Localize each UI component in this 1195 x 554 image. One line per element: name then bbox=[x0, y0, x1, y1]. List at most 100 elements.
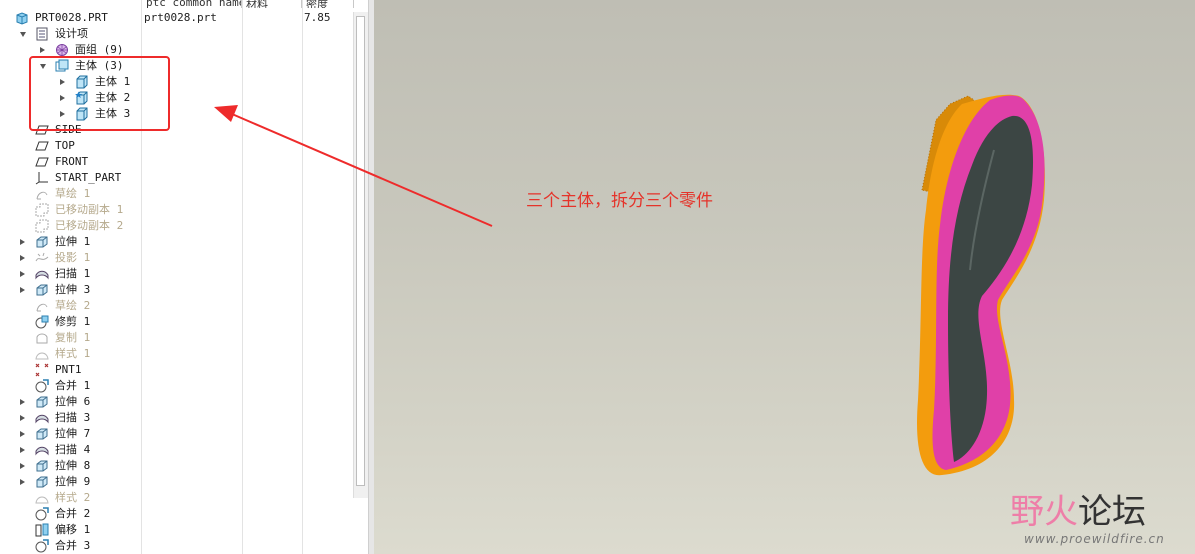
tree-item-label: 扫描 1 bbox=[55, 267, 91, 280]
merge-icon bbox=[35, 539, 49, 553]
sketch-icon bbox=[35, 299, 49, 313]
sweep-icon bbox=[35, 267, 49, 281]
tree-row[interactable]: 样式 2 bbox=[0, 490, 350, 506]
tree-row[interactable]: 拉伸 6 bbox=[0, 394, 350, 410]
watermark-logo: 野火论坛 bbox=[1010, 492, 1146, 532]
tree-item-label: 样式 1 bbox=[55, 347, 91, 360]
tree-row[interactable]: 合并 2 bbox=[0, 506, 350, 522]
root-part-label: PRT0028.PRT bbox=[35, 11, 108, 24]
trim-icon bbox=[35, 315, 49, 329]
expand-arrow-icon[interactable] bbox=[40, 47, 45, 53]
tree-row[interactable]: TOP bbox=[0, 138, 350, 154]
tree-item-label: 拉伸 3 bbox=[55, 283, 91, 296]
tree-row[interactable]: 拉伸 9 bbox=[0, 474, 350, 490]
expand-arrow-icon[interactable] bbox=[20, 447, 25, 453]
model-tree-panel: ptc_common_name 材料 密度 PRT0028.PRT prt002… bbox=[0, 0, 372, 554]
root-density-cell: 7.85 bbox=[304, 11, 331, 24]
graphics-viewport[interactable] bbox=[374, 0, 1195, 554]
sweep-icon bbox=[35, 443, 49, 457]
extrude-icon bbox=[35, 475, 49, 489]
style-icon bbox=[35, 347, 49, 361]
sketch-icon bbox=[35, 187, 49, 201]
tree-row[interactable]: START_PART bbox=[0, 170, 350, 186]
tree-item-label: TOP bbox=[55, 139, 75, 152]
tree-row[interactable]: 已移动副本 1 bbox=[0, 202, 350, 218]
tree-row[interactable]: 设计项 bbox=[0, 26, 350, 42]
copy-icon bbox=[35, 331, 49, 345]
tree-item-label: START_PART bbox=[55, 171, 122, 184]
datum-plane-icon bbox=[35, 155, 49, 169]
tree-row[interactable]: 合并 3 bbox=[0, 538, 350, 554]
expand-arrow-icon[interactable] bbox=[20, 463, 25, 469]
tree-item-label: 拉伸 8 bbox=[55, 459, 91, 472]
tree-row[interactable]: 合并 1 bbox=[0, 378, 350, 394]
merge-icon bbox=[35, 379, 49, 393]
extrude-icon bbox=[35, 235, 49, 249]
tree-row[interactable]: 扫描 3 bbox=[0, 410, 350, 426]
annotation-text: 三个主体，拆分三个零件 bbox=[526, 191, 713, 211]
expand-arrow-icon[interactable] bbox=[20, 271, 25, 277]
coordinate-system-icon bbox=[35, 171, 49, 185]
tree-row[interactable]: 投影 1 bbox=[0, 250, 350, 266]
expand-arrow-icon[interactable] bbox=[20, 479, 25, 485]
tree-item-label: PNT1 bbox=[55, 363, 82, 376]
column-header-density[interactable]: 密度 bbox=[302, 0, 354, 8]
tree-item-label: 草绘 2 bbox=[55, 299, 91, 312]
tree-item-label: 拉伸 1 bbox=[55, 235, 91, 248]
tree-row[interactable]: 草绘 2 bbox=[0, 298, 350, 314]
tree-row[interactable]: 草绘 1 bbox=[0, 186, 350, 202]
sweep-icon bbox=[35, 411, 49, 425]
tree-row[interactable]: 拉伸 1 bbox=[0, 234, 350, 250]
expand-arrow-icon[interactable] bbox=[20, 239, 25, 245]
extrude-icon bbox=[35, 395, 49, 409]
tree-row[interactable]: PNT1 bbox=[0, 362, 350, 378]
tree-row[interactable]: 拉伸 8 bbox=[0, 458, 350, 474]
tree-row[interactable]: 拉伸 7 bbox=[0, 426, 350, 442]
tree-row[interactable]: 扫描 1 bbox=[0, 266, 350, 282]
moved-copy-icon bbox=[35, 219, 49, 233]
tree-item-label: 投影 1 bbox=[55, 251, 91, 264]
tree-item-label: 扫描 3 bbox=[55, 411, 91, 424]
tree-item-label: 拉伸 7 bbox=[55, 427, 91, 440]
site-watermark: 野火论坛 www.proewildfire.cn bbox=[1010, 492, 1190, 552]
watermark-logo-part2: 论坛 bbox=[1078, 492, 1146, 532]
projection-icon bbox=[35, 251, 49, 265]
tree-row[interactable]: 修剪 1 bbox=[0, 314, 350, 330]
vertical-scrollbar[interactable] bbox=[353, 12, 368, 498]
tree-item-label: 草绘 1 bbox=[55, 187, 91, 200]
offset-icon bbox=[35, 523, 49, 537]
extrude-icon bbox=[35, 283, 49, 297]
moved-copy-icon bbox=[35, 203, 49, 217]
tree-row[interactable]: 已移动副本 2 bbox=[0, 218, 350, 234]
scrollbar-thumb[interactable] bbox=[356, 16, 365, 486]
expand-arrow-icon[interactable] bbox=[20, 287, 25, 293]
tree-row[interactable]: 偏移 1 bbox=[0, 522, 350, 538]
tree-item-label: 修剪 1 bbox=[55, 315, 91, 328]
part-icon bbox=[15, 11, 29, 25]
tree-item-label: 已移动副本 2 bbox=[55, 219, 124, 232]
expand-arrow-icon[interactable] bbox=[20, 255, 25, 261]
tree-item-label: 复制 1 bbox=[55, 331, 91, 344]
expand-arrow-icon[interactable] bbox=[20, 399, 25, 405]
column-header-common-name[interactable]: ptc_common_name bbox=[142, 0, 242, 8]
datum-plane-icon bbox=[35, 139, 49, 153]
tree-row[interactable]: 扫描 4 bbox=[0, 442, 350, 458]
bodies-highlight-box bbox=[29, 56, 170, 131]
tree-row[interactable]: 样式 1 bbox=[0, 346, 350, 362]
style-icon bbox=[35, 491, 49, 505]
tree-row[interactable]: FRONT bbox=[0, 154, 350, 170]
tree-item-label: 合并 2 bbox=[55, 507, 91, 520]
tree-item-label: 合并 3 bbox=[55, 539, 91, 552]
expand-arrow-icon[interactable] bbox=[20, 415, 25, 421]
column-header-material[interactable]: 材料 bbox=[242, 0, 302, 8]
expand-arrow-icon[interactable] bbox=[20, 431, 25, 437]
root-common-name-cell: prt0028.prt bbox=[144, 11, 217, 24]
watermark-logo-part1: 野火 bbox=[1010, 492, 1078, 532]
tree-item-label: FRONT bbox=[55, 155, 89, 168]
tree-row[interactable]: 复制 1 bbox=[0, 330, 350, 346]
collapse-arrow-icon[interactable] bbox=[20, 32, 26, 37]
datum-point-icon bbox=[35, 363, 49, 377]
tree-item-label: 已移动副本 1 bbox=[55, 203, 124, 216]
tree-row[interactable]: 拉伸 3 bbox=[0, 282, 350, 298]
tree-item-label: 设计项 bbox=[55, 27, 88, 40]
